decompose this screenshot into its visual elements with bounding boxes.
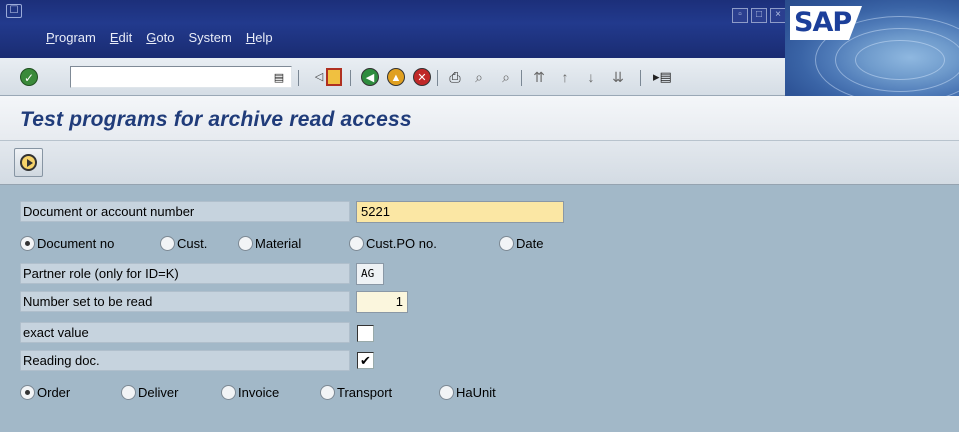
number-set-input[interactable]: 1 [356,291,408,313]
command-history-icon[interactable]: ▤ [272,69,286,85]
sap-logo-area: SAP [785,0,959,96]
radio-dot [221,384,236,400]
title-bar: Test programs for archive read access [0,96,959,141]
selection-screen: Document or account number 5221 Document… [0,185,959,432]
radio-dot [121,384,136,400]
print-icon[interactable]: ⎙ [446,68,464,86]
radio-label: Material [255,235,302,251]
window-controls: ▫ □ × [732,8,786,23]
radio-dot [20,384,35,400]
back-icon[interactable]: ◀ [361,68,379,86]
toolbar-separator [350,70,351,86]
radio-cust[interactable]: Cust. [160,233,207,253]
close-icon[interactable]: × [770,8,786,23]
radio-label: Cust.PO no. [366,235,437,251]
exact-value-checkbox[interactable] [357,325,374,342]
menu-list: Program Edit Goto System Help [46,30,287,45]
menu-goto[interactable]: Goto [146,30,174,45]
page-title: Test programs for archive read access [20,108,412,131]
standard-toolbar: ✓ ▤ ◁ ◀ ▲ ✕ ⎙ ⌕ ⌕ ⇈ ↑ ↓ ⇊ ▸▤ [0,58,785,96]
menu-system[interactable]: System [188,30,231,45]
application-toolbar [0,141,959,185]
radio-document-no[interactable]: Document no [20,233,114,253]
radio-deliver[interactable]: Deliver [121,382,178,402]
radio-label: Order [37,384,71,400]
partner-role-input[interactable]: AG [356,263,384,285]
system-menu-icon[interactable]: ☐ [6,4,22,18]
radio-dot [349,235,364,251]
number-set-label: Number set to be read [20,291,350,312]
menu-program[interactable]: Program [46,30,96,45]
radio-order[interactable]: Order [20,382,70,402]
new-session-icon[interactable]: ▸▤ [653,68,672,86]
radio-dot [20,235,35,251]
radio-label: Invoice [238,384,280,400]
reading-doc-label: Reading doc. [20,350,350,371]
save-icon[interactable] [326,68,342,86]
next-page-icon[interactable]: ↓ [582,68,600,86]
radio-label: Document no [37,235,115,251]
cancel-icon[interactable]: ✕ [413,68,431,86]
find-icon[interactable]: ⌕ [470,68,488,86]
radio-label: Date [516,235,544,251]
document-number-label: Document or account number [20,201,350,222]
minimize-icon[interactable]: ▫ [732,8,748,23]
toolbar-separator [521,70,522,86]
menu-help[interactable]: Help [246,30,273,45]
partner-role-label: Partner role (only for ID=K) [20,263,350,284]
radio-cust-po-no[interactable]: Cust.PO no. [349,233,437,253]
execute-button[interactable] [14,148,43,177]
radio-invoice[interactable]: Invoice [221,382,279,402]
first-page-icon[interactable]: ⇈ [530,68,548,86]
radio-haunit[interactable]: HaUnit [439,382,496,402]
radio-label: Cust. [177,235,208,251]
radio-dot [439,384,454,400]
radio-dot [499,235,514,251]
execute-icon [20,154,37,171]
toolbar-separator [437,70,438,86]
radio-label: HaUnit [456,384,496,400]
document-number-input[interactable]: 5221 [356,201,564,223]
exact-value-label: exact value [20,322,350,343]
previous-page-icon[interactable]: ↑ [556,68,574,86]
last-page-icon[interactable]: ⇊ [609,68,627,86]
radio-label: Transport [337,384,393,400]
toolbar-separator [640,70,641,86]
exit-icon[interactable]: ▲ [387,68,405,86]
reading-doc-checkbox[interactable]: ✔ [357,352,374,369]
find-next-icon[interactable]: ⌕ [497,68,515,86]
radio-material[interactable]: Material [238,233,301,253]
radio-dot [160,235,175,251]
radio-date[interactable]: Date [499,233,543,253]
maximize-icon[interactable]: □ [751,8,767,23]
enter-icon[interactable]: ✓ [20,68,38,86]
menu-edit[interactable]: Edit [110,30,132,45]
radio-label: Deliver [138,384,179,400]
radio-dot [238,235,253,251]
command-field[interactable] [70,66,292,88]
radio-dot [320,384,335,400]
radio-transport[interactable]: Transport [320,382,392,402]
toolbar-separator [298,70,299,86]
